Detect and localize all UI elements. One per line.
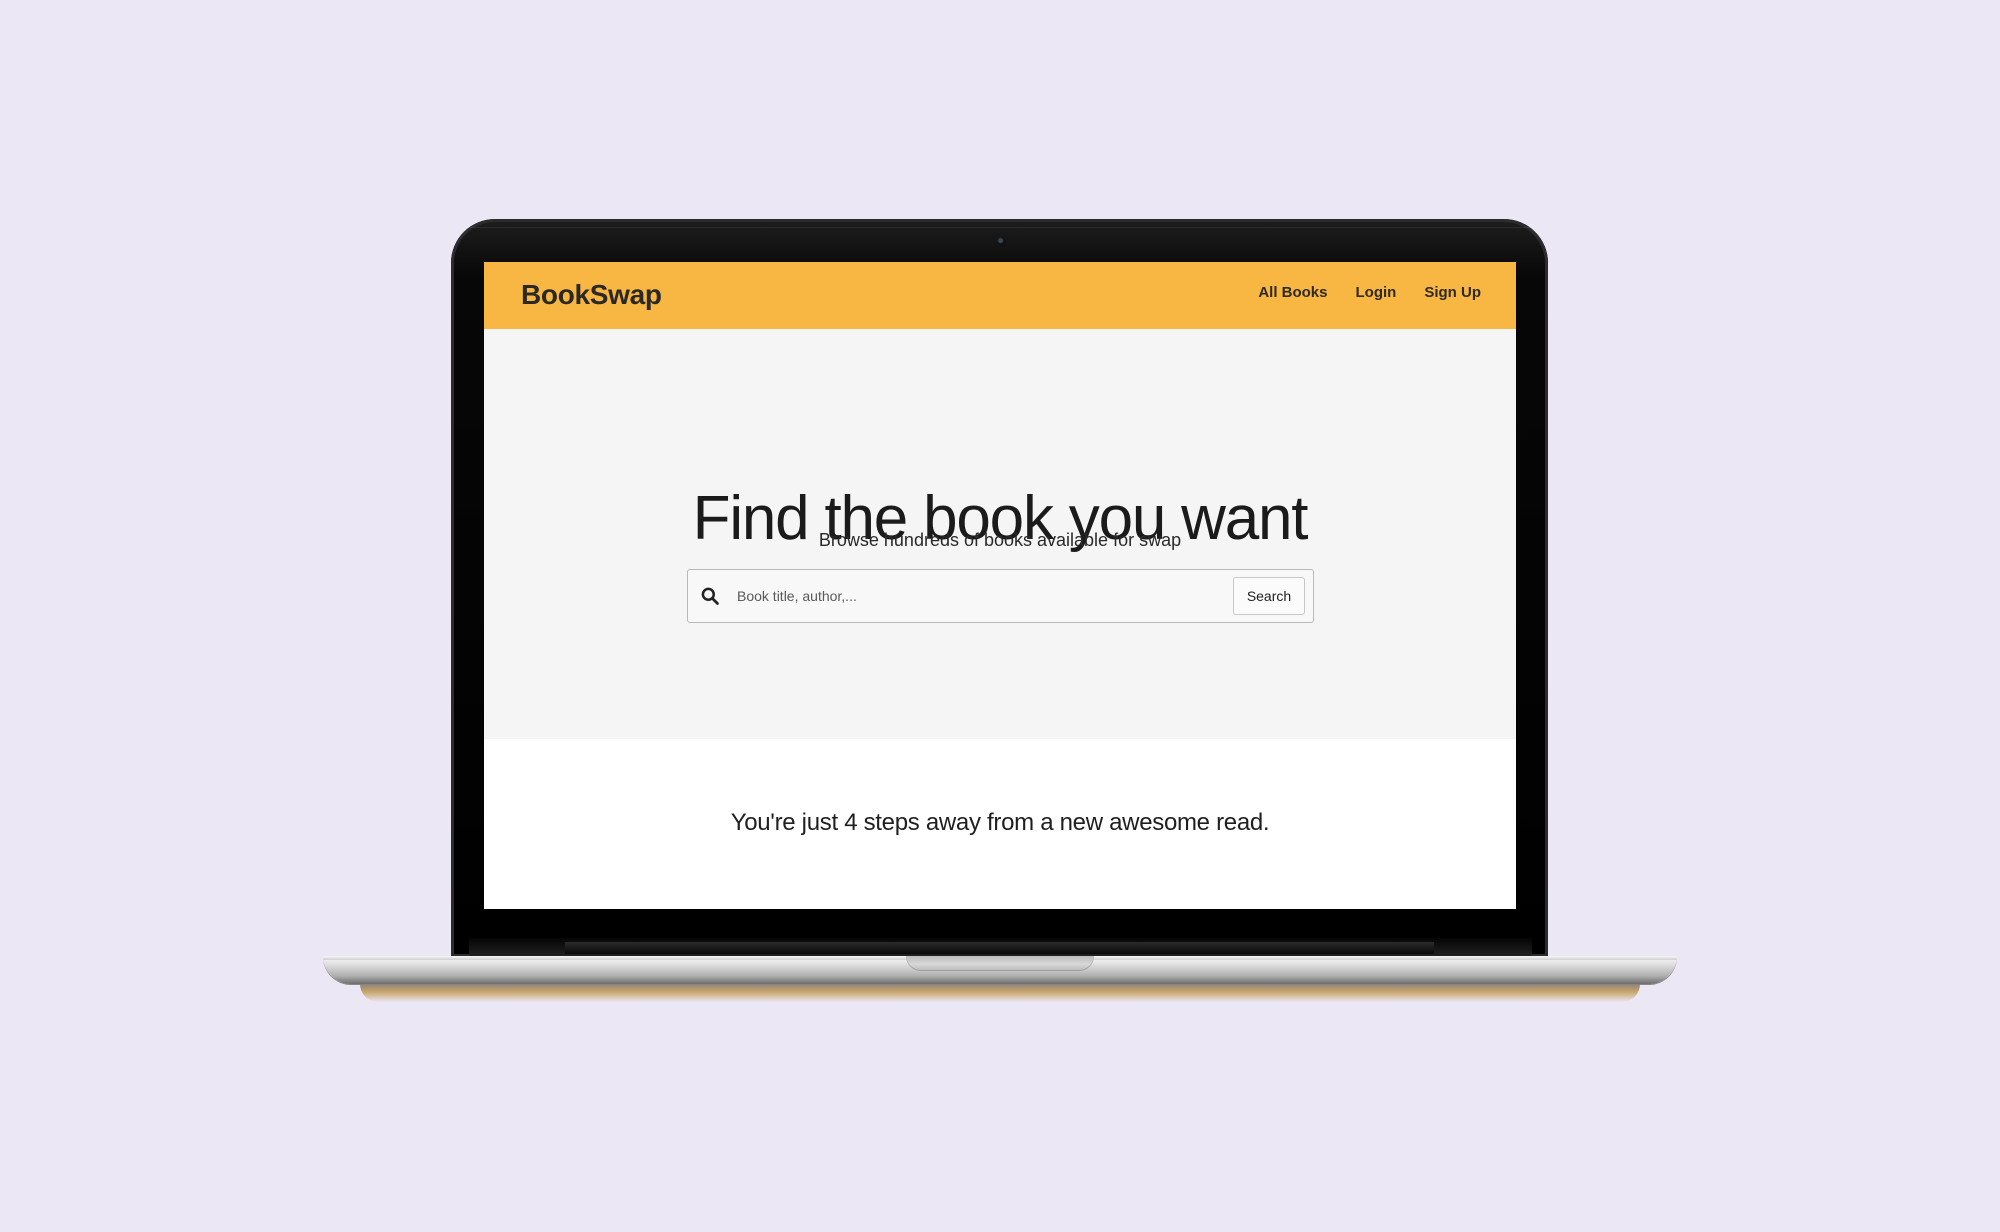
navbar: BookSwap All Books Login Sign Up <box>484 262 1516 329</box>
nav-link-login[interactable]: Login <box>1356 284 1397 301</box>
search-box: Search <box>687 569 1314 623</box>
hero-subtitle: Browse hundreds of books available for s… <box>818 530 1182 550</box>
search-input[interactable] <box>737 581 1215 611</box>
nav-links: All Books Login Sign Up <box>1258 284 1481 301</box>
steps-section: You're just 4 steps away from a new awes… <box>484 739 1516 909</box>
laptop-notch <box>906 956 1094 971</box>
laptop-mockup: BookSwap All Books Login Sign Up Find th… <box>0 0 2000 1232</box>
nav-link-all-books[interactable]: All Books <box>1258 284 1327 301</box>
browser-screen: BookSwap All Books Login Sign Up Find th… <box>484 262 1516 909</box>
search-icon <box>701 587 719 605</box>
camera-icon <box>997 237 1006 246</box>
hero-section: Find the book you want Browse hundreds o… <box>484 329 1516 739</box>
nav-link-sign-up[interactable]: Sign Up <box>1424 284 1481 301</box>
laptop-hinge <box>565 942 1434 954</box>
search-button[interactable]: Search <box>1233 577 1305 615</box>
steps-heading: You're just 4 steps away from a new awes… <box>730 809 1270 836</box>
brand-logo[interactable]: BookSwap <box>521 279 662 311</box>
laptop-shadow <box>360 984 1640 1002</box>
